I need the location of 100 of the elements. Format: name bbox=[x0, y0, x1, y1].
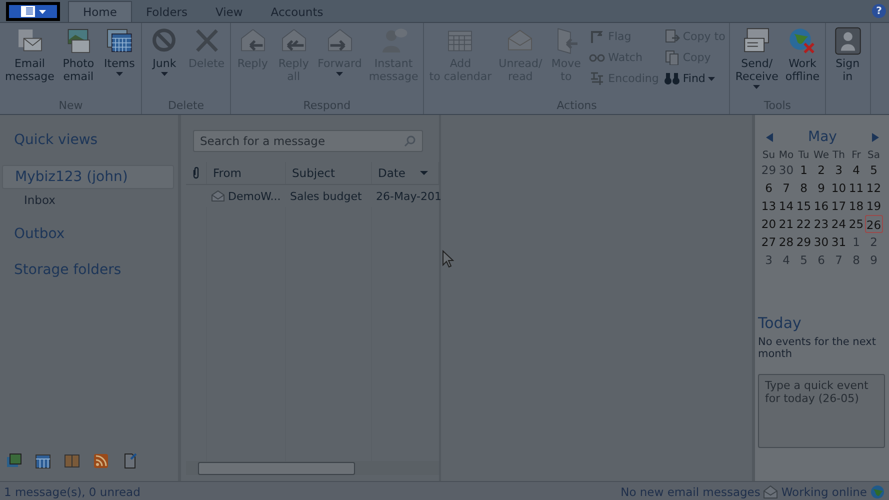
calendar-day[interactable]: 30 bbox=[812, 233, 830, 251]
calendar-day[interactable]: 16 bbox=[812, 197, 830, 215]
calendar-day[interactable]: 10 bbox=[830, 179, 848, 197]
caret-icon bbox=[160, 72, 168, 76]
calendar-day[interactable]: 8 bbox=[848, 251, 865, 269]
sort-icon bbox=[420, 171, 428, 175]
ribbon-button[interactable]: Photo email bbox=[58, 25, 98, 99]
calendar-day[interactable]: 2 bbox=[812, 161, 830, 179]
column-header[interactable]: Subject bbox=[286, 162, 372, 184]
calendar-day[interactable]: 11 bbox=[848, 179, 865, 197]
note-icon[interactable] bbox=[122, 453, 138, 469]
envelope-icon bbox=[211, 190, 225, 202]
weekday-label: Tu bbox=[797, 150, 810, 161]
table-cell-text: 26-May-201 bbox=[375, 188, 442, 204]
calendar-icon[interactable] bbox=[35, 453, 51, 469]
calendar-day[interactable]: 5 bbox=[795, 251, 812, 269]
document-icon bbox=[20, 6, 34, 17]
connection-status: Working online bbox=[781, 484, 867, 498]
calendar-day[interactable]: 20 bbox=[760, 215, 778, 233]
month-title: May bbox=[808, 129, 837, 145]
calendar-day[interactable]: 30 bbox=[778, 161, 795, 179]
calendar-day[interactable]: 17 bbox=[830, 197, 848, 215]
calendar-day[interactable]: 27 bbox=[760, 233, 778, 251]
column-header[interactable]: Date bbox=[372, 162, 439, 184]
calendar-day[interactable]: 9 bbox=[812, 179, 830, 197]
calendar-day[interactable]: 4 bbox=[848, 161, 865, 179]
encoding-icon bbox=[589, 70, 606, 86]
copy-icon bbox=[664, 49, 680, 65]
envelope-icon bbox=[763, 484, 778, 498]
calendar-day[interactable]: 14 bbox=[778, 197, 795, 215]
calendar-day[interactable]: 29 bbox=[795, 233, 812, 251]
events-text: No events for the next month bbox=[758, 336, 877, 360]
calendar-day[interactable]: 5 bbox=[865, 161, 882, 179]
next-month-icon[interactable] bbox=[870, 132, 879, 142]
weekday-label: We bbox=[812, 150, 830, 161]
calendar-day[interactable]: 26 bbox=[865, 215, 882, 233]
search-field[interactable]: Search for a message bbox=[193, 130, 423, 152]
weekday-label: Su bbox=[761, 150, 776, 161]
copy-to-icon bbox=[664, 28, 680, 44]
sidebar-item[interactable]: Quick views bbox=[2, 129, 174, 151]
ribbon-button[interactable]: Sign in bbox=[828, 25, 868, 114]
mail-icon[interactable] bbox=[6, 453, 22, 469]
caret-icon bbox=[336, 72, 344, 76]
calendar-day[interactable]: 23 bbox=[812, 215, 830, 233]
caret-icon bbox=[38, 10, 46, 14]
calendar-day[interactable]: 8 bbox=[795, 179, 812, 197]
help-button[interactable]: ? bbox=[872, 4, 886, 18]
calendar-day[interactable]: 29 bbox=[760, 161, 778, 179]
calendar-day[interactable]: 2 bbox=[865, 233, 882, 251]
calendar-day[interactable]: 31 bbox=[830, 233, 848, 251]
calendar-day[interactable]: 6 bbox=[812, 251, 830, 269]
calendar-day[interactable]: 1 bbox=[795, 161, 812, 179]
horizontal-scrollbar[interactable] bbox=[186, 461, 439, 475]
calendar-day[interactable]: 24 bbox=[830, 215, 848, 233]
contacts-icon[interactable] bbox=[64, 453, 80, 469]
calendar-day[interactable]: 19 bbox=[865, 197, 882, 215]
ribbon-button[interactable]: Email message bbox=[2, 25, 58, 99]
calendar-day[interactable]: 22 bbox=[795, 215, 812, 233]
sidebar-item[interactable]: Mybiz123 (john) bbox=[2, 165, 174, 189]
ribbon-button[interactable]: Junk bbox=[144, 25, 184, 99]
weekday-label: Sa bbox=[866, 150, 881, 161]
sidebar-item[interactable]: Storage folders bbox=[2, 259, 174, 281]
calendar-day[interactable]: 1 bbox=[848, 233, 865, 251]
weekday-label: Fr bbox=[850, 150, 862, 161]
ribbon-button[interactable]: Items bbox=[99, 25, 140, 99]
feed-icon[interactable] bbox=[93, 453, 109, 469]
caret-icon bbox=[708, 77, 716, 81]
previous-month-icon[interactable] bbox=[766, 132, 774, 142]
sidebar-item[interactable]: Outbox bbox=[2, 223, 174, 245]
calendar-day[interactable]: 7 bbox=[830, 251, 848, 269]
calendar-day[interactable]: 21 bbox=[778, 215, 795, 233]
calendar-day[interactable]: 6 bbox=[760, 179, 778, 197]
table-cell-text: Sales budget bbox=[289, 188, 363, 204]
weekday-label: Th bbox=[832, 150, 846, 161]
ribbon-button[interactable]: Send/ Receive bbox=[732, 25, 782, 99]
calendar-day[interactable]: 3 bbox=[830, 161, 848, 179]
folder-item[interactable]: Inbox bbox=[0, 191, 178, 209]
ribbon-tab[interactable]: Home bbox=[68, 1, 132, 22]
calendar-day[interactable]: 4 bbox=[778, 251, 795, 269]
calendar-day[interactable]: 15 bbox=[795, 197, 812, 215]
calendar-day[interactable]: 13 bbox=[760, 197, 778, 215]
calendar-day[interactable]: 25 bbox=[848, 215, 865, 233]
calendar-day[interactable]: 7 bbox=[778, 179, 795, 197]
toolbar-button[interactable]: Find bbox=[662, 69, 728, 87]
calendar-day[interactable]: 3 bbox=[760, 251, 778, 269]
message-count: 1 message(s), 0 unread bbox=[4, 484, 140, 498]
calendar-day[interactable]: 9 bbox=[865, 251, 882, 269]
file-menu-button[interactable] bbox=[6, 2, 60, 21]
calendar-day[interactable]: 12 bbox=[865, 179, 882, 197]
weekday-label: Mo bbox=[778, 150, 795, 161]
ribbon-button[interactable]: Work offline bbox=[782, 25, 823, 99]
calendar-day[interactable]: 18 bbox=[848, 197, 865, 215]
binoculars-icon bbox=[664, 70, 680, 86]
column-header[interactable]: From bbox=[207, 162, 286, 184]
calendar-day[interactable]: 28 bbox=[778, 233, 795, 251]
mouse-pointer-icon bbox=[442, 250, 454, 268]
person-icon bbox=[832, 26, 863, 56]
search-icon bbox=[404, 135, 416, 147]
mail-status: No new email messages bbox=[620, 484, 760, 498]
quick-event-field[interactable]: Type a quick event for today (26-05) bbox=[758, 374, 885, 448]
